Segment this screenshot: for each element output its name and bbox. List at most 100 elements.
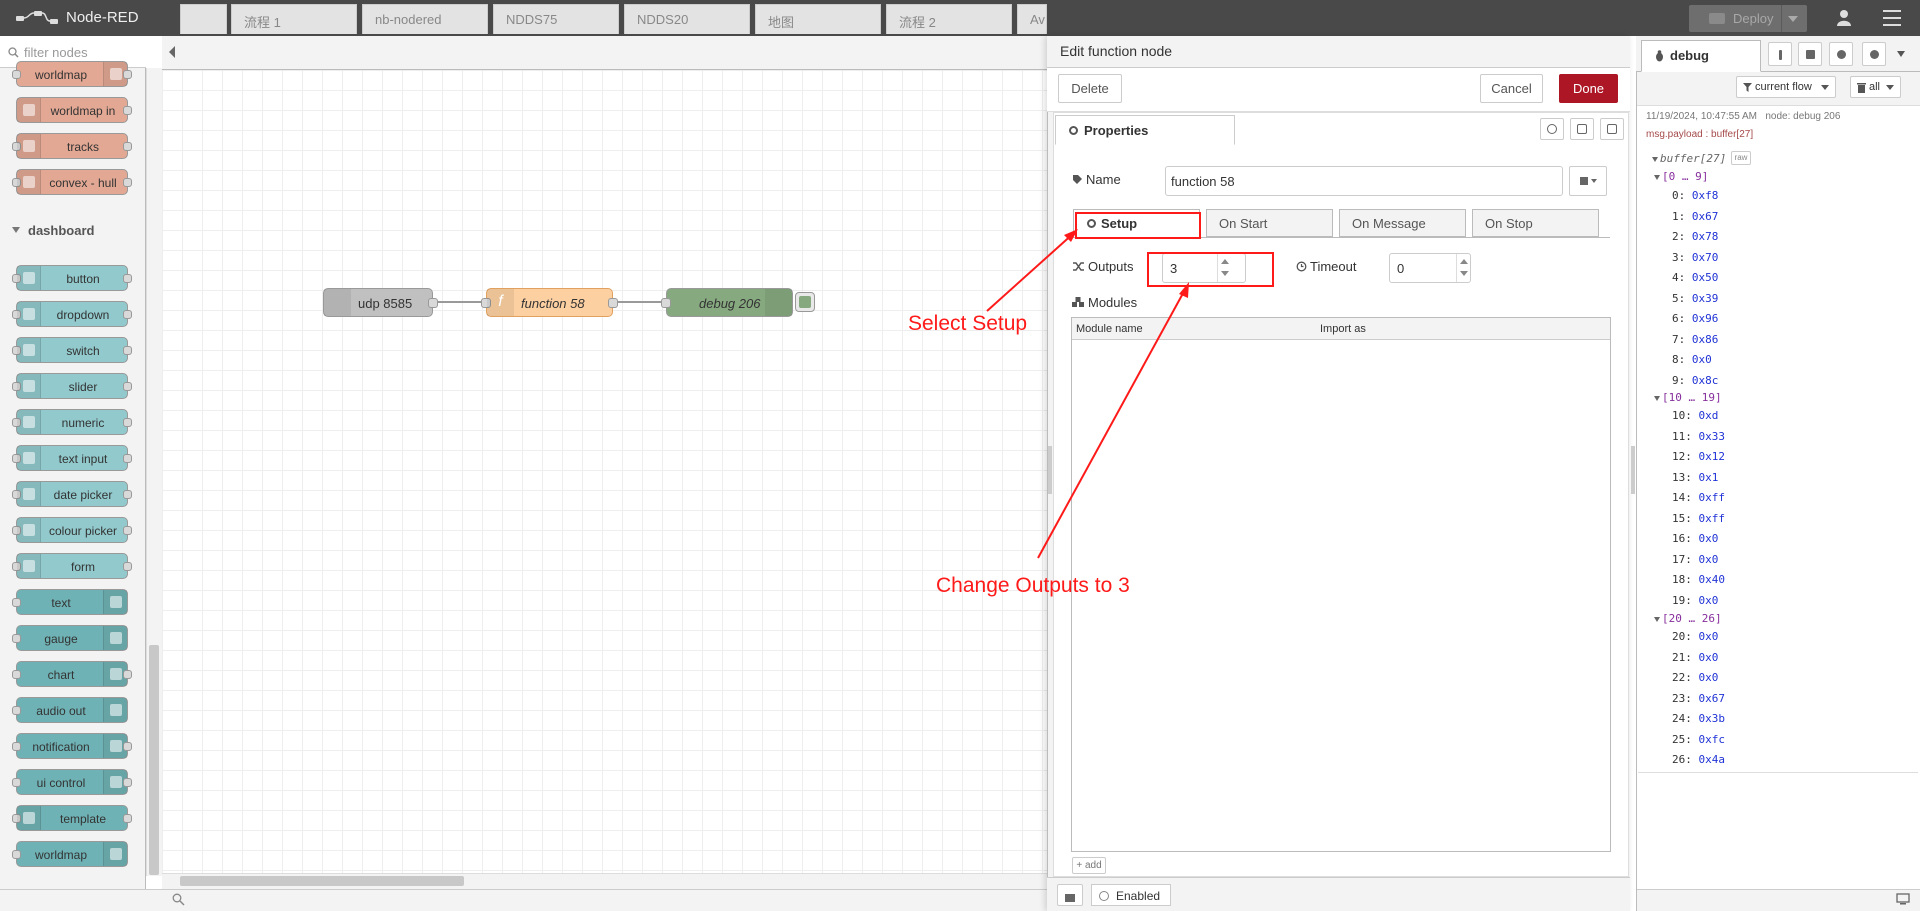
search-icon[interactable] bbox=[172, 893, 185, 906]
palette-node-tracks[interactable]: tracks bbox=[12, 133, 132, 159]
node-help-button[interactable] bbox=[1057, 884, 1083, 906]
scroll-left-icon[interactable] bbox=[167, 45, 177, 59]
flow-node-function[interactable]: f function 58 bbox=[481, 288, 618, 317]
debug-toggle-button[interactable] bbox=[795, 292, 815, 312]
debug-array-value: 0x50 bbox=[1691, 271, 1719, 284]
palette-node-worldmap-ui[interactable]: worldmap bbox=[12, 841, 128, 867]
debug-group[interactable]: [10 … 19] bbox=[1654, 391, 1722, 404]
palette-node-audio-out[interactable]: audio out bbox=[12, 697, 128, 723]
flow-node-debug[interactable]: debug 206 bbox=[661, 288, 793, 317]
debug-array-index: 9: bbox=[1672, 373, 1686, 387]
palette-node-chart[interactable]: chart bbox=[12, 661, 132, 687]
debug-array-value: 0x67 bbox=[1698, 691, 1726, 705]
tab-on-start[interactable]: On Start bbox=[1206, 209, 1333, 237]
palette-node-slider[interactable]: slider bbox=[12, 373, 132, 399]
sidebar-menu-caret-icon[interactable] bbox=[1897, 51, 1905, 57]
info-icon[interactable] bbox=[1768, 42, 1792, 66]
debug-array-index: 19: bbox=[1672, 593, 1692, 607]
palette-node-worldmap-in[interactable]: worldmap in bbox=[16, 97, 132, 123]
debug-array-value: 0x4a bbox=[1698, 753, 1726, 766]
tab-map[interactable]: 地图 bbox=[755, 4, 881, 34]
debug-array-element: 9: 0x8c bbox=[1672, 374, 1718, 387]
settings-tab-button[interactable] bbox=[1540, 118, 1564, 140]
debug-clear-select[interactable]: all bbox=[1850, 76, 1901, 98]
deploy-button[interactable]: Deploy bbox=[1689, 5, 1807, 32]
debug-node-link[interactable]: node: debug 206 bbox=[1765, 111, 1840, 122]
debug-tree-root[interactable]: buffer[27] bbox=[1652, 152, 1726, 165]
palette-node-convex-hull[interactable]: convex - hull bbox=[12, 169, 132, 195]
gear-icon bbox=[1069, 126, 1078, 135]
palette-node-notification[interactable]: notification bbox=[12, 733, 132, 759]
tab-flow-2[interactable]: 流程 2 bbox=[886, 4, 1012, 34]
debug-array-value: 0x1 bbox=[1698, 470, 1719, 484]
annotation-select-setup: Select Setup bbox=[908, 312, 1028, 335]
delete-button[interactable]: Delete bbox=[1058, 74, 1122, 103]
raw-view-button[interactable]: raw bbox=[1731, 151, 1751, 165]
palette-node-gauge[interactable]: gauge bbox=[12, 625, 128, 651]
tab-ndds75[interactable]: NDDS75 bbox=[493, 4, 619, 34]
add-module-button[interactable]: + add bbox=[1072, 857, 1106, 874]
timeout-spinner-input[interactable]: 0 bbox=[1389, 253, 1471, 283]
tab-blank[interactable] bbox=[180, 4, 227, 34]
debug-group[interactable]: [20 … 26] bbox=[1654, 612, 1722, 625]
palette-footer bbox=[0, 889, 162, 911]
flow-node-udp[interactable]: udp 8585 bbox=[323, 288, 438, 317]
circle-icon bbox=[1099, 891, 1109, 901]
tab-nb-nodered[interactable]: nb-nodered bbox=[362, 4, 488, 34]
palette-node-text-input[interactable]: text input bbox=[12, 445, 132, 471]
book-icon[interactable] bbox=[1798, 42, 1822, 66]
tab-av[interactable]: Av bbox=[1017, 4, 1047, 34]
user-icon[interactable] bbox=[1834, 8, 1854, 28]
enabled-toggle-button[interactable]: Enabled bbox=[1091, 884, 1171, 906]
bug-icon[interactable] bbox=[1829, 42, 1853, 66]
name-input[interactable]: function 58 bbox=[1165, 166, 1563, 196]
appearance-tab-button[interactable] bbox=[1600, 118, 1624, 140]
done-button[interactable]: Done bbox=[1559, 74, 1618, 103]
palette-node-form[interactable]: form bbox=[12, 553, 132, 579]
tab-properties[interactable]: Properties bbox=[1055, 115, 1235, 145]
tab-on-stop[interactable]: On Stop bbox=[1472, 209, 1599, 237]
deploy-menu-caret-icon[interactable] bbox=[1788, 16, 1798, 22]
debug-group[interactable]: [0 … 9] bbox=[1654, 170, 1708, 183]
palette-node-ui-control[interactable]: ui control bbox=[12, 769, 132, 795]
timeout-spinner-buttons[interactable] bbox=[1456, 254, 1470, 282]
gear-icon[interactable] bbox=[1862, 42, 1886, 66]
tab-flow-1[interactable]: 流程 1 bbox=[231, 4, 357, 34]
description-tab-button[interactable] bbox=[1570, 118, 1594, 140]
bug-icon bbox=[1656, 50, 1663, 62]
cancel-button[interactable]: Cancel bbox=[1480, 74, 1543, 103]
debug-array-index: 20: bbox=[1672, 630, 1692, 643]
name-library-button[interactable] bbox=[1569, 166, 1607, 196]
debug-filter-select[interactable]: current flow bbox=[1736, 76, 1836, 98]
open-window-icon[interactable] bbox=[1896, 893, 1910, 905]
debug-array-value: 0x0 bbox=[1698, 532, 1719, 545]
debug-array-element: 26: 0x4a bbox=[1672, 753, 1725, 766]
palette-node-date-picker[interactable]: date picker bbox=[12, 481, 132, 507]
flow-canvas[interactable] bbox=[162, 70, 1047, 873]
main-menu-icon[interactable] bbox=[1883, 10, 1901, 26]
palette-node-text[interactable]: text bbox=[12, 589, 128, 615]
filter-icon bbox=[1743, 83, 1752, 92]
udp-icon bbox=[324, 289, 351, 316]
palette-node-numeric[interactable]: numeric bbox=[12, 409, 132, 435]
tray-resize-handle[interactable] bbox=[1048, 446, 1052, 494]
palette-node-colour-picker[interactable]: colour picker bbox=[12, 517, 132, 543]
palette-node-template[interactable]: template bbox=[12, 805, 132, 831]
palette-category-dashboard[interactable]: dashboard bbox=[0, 221, 146, 243]
workspace-hscrollbar-thumb[interactable] bbox=[180, 876, 464, 886]
tab-ndds20[interactable]: NDDS20 bbox=[624, 4, 750, 34]
debug-array-element: 22: 0x0 bbox=[1672, 671, 1718, 684]
sidebar-tab-debug[interactable]: debug bbox=[1641, 40, 1761, 72]
timeout-label: Timeout bbox=[1296, 259, 1356, 274]
wire-function-debug[interactable] bbox=[612, 301, 666, 303]
wire-udp-function[interactable] bbox=[432, 301, 486, 303]
palette-scrollbar-thumb[interactable] bbox=[149, 645, 159, 875]
palette-node-switch[interactable]: switch bbox=[12, 337, 132, 363]
palette-node-dropdown[interactable]: dropdown bbox=[12, 301, 132, 327]
debug-message-divider bbox=[1638, 772, 1918, 773]
palette-node-worldmap[interactable]: worldmap bbox=[12, 61, 132, 87]
modules-table bbox=[1071, 317, 1611, 852]
tab-on-message[interactable]: On Message bbox=[1339, 209, 1466, 237]
palette-node-button[interactable]: button bbox=[12, 265, 132, 291]
sidebar-resize-handle[interactable] bbox=[1631, 446, 1635, 494]
